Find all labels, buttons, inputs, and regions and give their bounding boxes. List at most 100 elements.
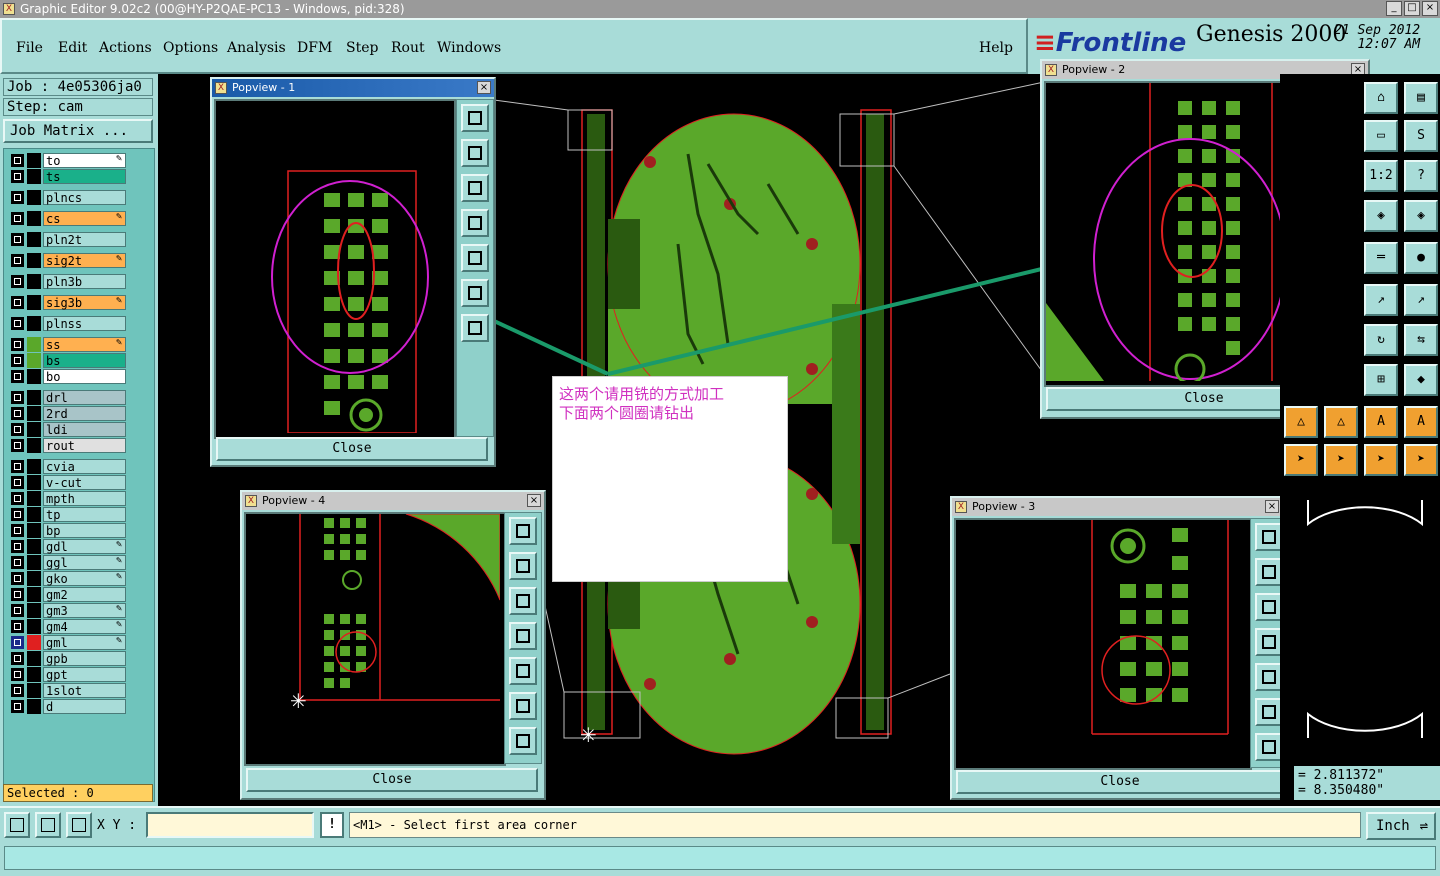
layer-name[interactable]: gm4 xyxy=(43,619,126,634)
layer-name[interactable]: v-cut xyxy=(43,475,126,490)
layer-color-swatch[interactable] xyxy=(27,603,41,618)
zoom-in-icon[interactable] xyxy=(509,692,537,720)
layer-checkbox[interactable] xyxy=(11,338,24,351)
layer-color-swatch[interactable] xyxy=(27,699,41,714)
layer-checkbox[interactable] xyxy=(11,191,24,204)
layer-checkbox[interactable] xyxy=(11,476,24,489)
popview-3-close-button[interactable]: Close xyxy=(956,770,1284,794)
layer-name[interactable]: rout xyxy=(43,438,126,453)
pan-up-icon[interactable] xyxy=(1255,558,1283,586)
menu-step[interactable]: Step xyxy=(346,40,378,56)
layer-color-swatch[interactable] xyxy=(27,295,41,310)
layer-checkbox[interactable] xyxy=(11,170,24,183)
layer-color-swatch[interactable] xyxy=(27,390,41,405)
angle-3-icon[interactable]: A xyxy=(1364,406,1398,438)
layer-checkbox[interactable] xyxy=(11,212,24,225)
popview-4-close-button[interactable]: Close xyxy=(246,768,538,792)
snap-mode-icon[interactable] xyxy=(4,812,30,838)
layer-checkbox[interactable] xyxy=(11,572,24,585)
layer-name[interactable]: plnss xyxy=(43,316,126,331)
layer-color-swatch[interactable] xyxy=(27,635,41,650)
layer-name[interactable]: bp xyxy=(43,523,126,538)
layer-color-swatch[interactable] xyxy=(27,683,41,698)
pan-right-icon[interactable] xyxy=(509,657,537,685)
layer-checkbox[interactable] xyxy=(11,700,24,713)
fit-icon[interactable]: ⊞ xyxy=(1364,364,1398,396)
zoom-out-icon[interactable] xyxy=(461,314,489,342)
popview-1-titlebar[interactable]: X Popview - 1 × xyxy=(212,79,494,97)
layer-name[interactable]: mpth xyxy=(43,491,126,506)
layer-checkbox[interactable] xyxy=(11,652,24,665)
layer-color-swatch[interactable] xyxy=(27,169,41,184)
layer-color-swatch[interactable] xyxy=(27,406,41,421)
pan-left-icon[interactable] xyxy=(509,622,537,650)
pan-right-icon[interactable] xyxy=(461,244,489,272)
menu-dfm[interactable]: DFM xyxy=(297,40,332,56)
snap-icon[interactable]: S xyxy=(1404,120,1438,152)
layer-color-swatch[interactable] xyxy=(27,369,41,384)
layer-name[interactable]: sig2t xyxy=(43,253,126,268)
layer-checkbox[interactable] xyxy=(11,233,24,246)
popview-3-close-icon[interactable]: × xyxy=(1265,500,1279,513)
layer-name[interactable]: cvia xyxy=(43,459,126,474)
layer-name[interactable]: pln3b xyxy=(43,274,126,289)
popview-4-view[interactable]: ✳ xyxy=(244,512,506,766)
close-window-button[interactable]: × xyxy=(1422,1,1438,16)
pan-up-icon[interactable] xyxy=(461,139,489,167)
zoom-home-icon[interactable] xyxy=(509,517,537,545)
layer-checkbox[interactable] xyxy=(11,636,24,649)
rotate-icon[interactable]: ↻ xyxy=(1364,324,1398,356)
layer-name[interactable]: drl xyxy=(43,390,126,405)
layer-name[interactable]: ts xyxy=(43,169,126,184)
layer-name[interactable]: gpt xyxy=(43,667,126,682)
layer-name[interactable]: ss xyxy=(43,337,126,352)
layer-checkbox[interactable] xyxy=(11,508,24,521)
intersect-mode-icon[interactable] xyxy=(66,812,92,838)
measure-2-icon[interactable]: ↗ xyxy=(1404,284,1438,316)
layer-checkbox[interactable] xyxy=(11,524,24,537)
select-arrow-3-icon[interactable]: ➤ xyxy=(1364,444,1398,476)
layer-color-swatch[interactable] xyxy=(27,539,41,554)
query-icon[interactable]: ? xyxy=(1404,160,1438,192)
select-arrow-icon[interactable]: ➤ xyxy=(1284,444,1318,476)
layer-color-swatch[interactable] xyxy=(27,274,41,289)
alert-icon[interactable]: ! xyxy=(320,812,344,838)
menu-windows[interactable]: Windows xyxy=(437,40,501,56)
measure-icon[interactable]: ↗ xyxy=(1364,284,1398,316)
layer-color-swatch[interactable] xyxy=(27,353,41,368)
ruler-icon[interactable]: ═ xyxy=(1364,242,1398,274)
menu-file[interactable]: File xyxy=(16,40,43,56)
layer-color-swatch[interactable] xyxy=(27,232,41,247)
layer-name[interactable]: sig3b xyxy=(43,295,126,310)
popview-3-titlebar[interactable]: X Popview - 3 × xyxy=(952,498,1282,516)
grid-mode-icon[interactable] xyxy=(35,812,61,838)
layer-color-swatch[interactable] xyxy=(27,438,41,453)
popview-3-view[interactable] xyxy=(954,518,1252,770)
layer-color-swatch[interactable] xyxy=(27,337,41,352)
menu-options[interactable]: Options xyxy=(163,40,218,56)
zoom-out-icon[interactable] xyxy=(1255,733,1283,761)
zoom-box-icon[interactable]: ▭ xyxy=(1364,120,1398,152)
zoom-out-icon[interactable] xyxy=(509,727,537,755)
angle-4-icon[interactable]: A xyxy=(1404,406,1438,438)
layer-checkbox[interactable] xyxy=(11,556,24,569)
job-matrix-button[interactable]: Job Matrix ... xyxy=(3,119,153,143)
layer-color-swatch[interactable] xyxy=(27,459,41,474)
layer-name[interactable]: gdl xyxy=(43,539,126,554)
window-split-icon[interactable]: ▤ xyxy=(1404,82,1438,114)
layer-checkbox[interactable] xyxy=(11,370,24,383)
pan-down-icon[interactable] xyxy=(1255,593,1283,621)
layer-color-swatch[interactable] xyxy=(27,571,41,586)
pan-left-icon[interactable] xyxy=(461,209,489,237)
zoom-in-icon[interactable] xyxy=(1255,698,1283,726)
scale-icon[interactable]: 1:2 xyxy=(1364,160,1398,192)
layer-name[interactable]: tp xyxy=(43,507,126,522)
home-view-icon[interactable]: ⌂ xyxy=(1364,82,1398,114)
layer-checkbox[interactable] xyxy=(11,668,24,681)
layer-color-swatch[interactable] xyxy=(27,619,41,634)
popview-1-close-icon[interactable]: × xyxy=(477,81,491,94)
layer-name[interactable]: plncs xyxy=(43,190,126,205)
select-arrow-4-icon[interactable]: ➤ xyxy=(1404,444,1438,476)
menu-edit[interactable]: Edit xyxy=(58,40,87,56)
angle-2-icon[interactable]: △ xyxy=(1324,406,1358,438)
